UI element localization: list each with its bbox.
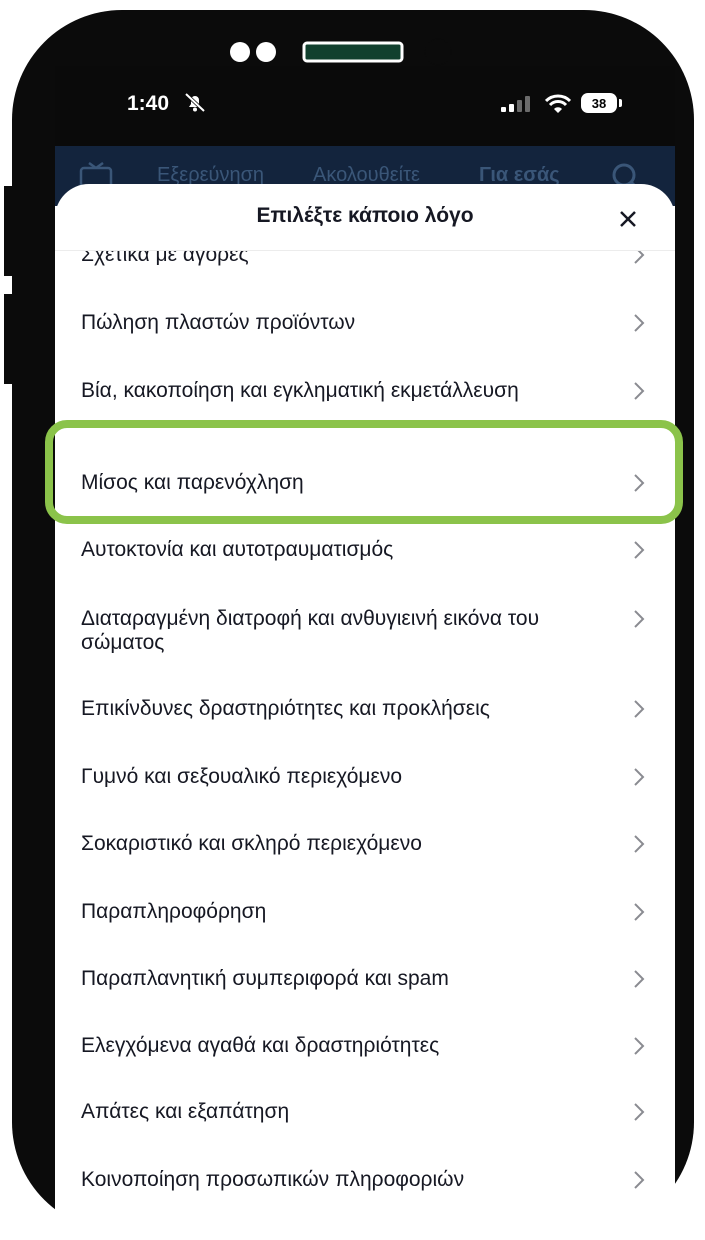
reason-label: Αυτοκτονία και αυτοτραυματισμός	[81, 538, 394, 561]
reason-label: Παραπλανητική συμπεριφορά και spam	[81, 967, 449, 990]
highlight-box	[45, 420, 683, 524]
battery-indicator: 38	[581, 93, 617, 113]
reason-label: Σχετικά με αγορές	[81, 251, 249, 266]
chevron-right-icon	[634, 903, 645, 921]
reason-label: Διαταραγμένη διατροφή και ανθυγιεινή εικ…	[81, 607, 540, 654]
chevron-right-icon	[634, 1171, 645, 1189]
sheet-title: Επιλέξτε κάποιο λόγο	[256, 204, 474, 227]
reason-label: Κοινοποίηση προσωπικών πληροφοριών	[81, 1168, 465, 1191]
cellular-signal-icon	[501, 96, 530, 112]
notch-graphic	[230, 38, 452, 66]
sheet-header: Επιλέξτε κάποιο λόγο	[55, 184, 675, 251]
chevron-right-icon	[634, 610, 645, 628]
chevron-right-icon	[634, 768, 645, 786]
battery-tip	[619, 99, 622, 107]
reason-label: Βία, κακοποίηση και εγκληματική εκμετάλλ…	[81, 379, 519, 402]
camera-notch	[226, 38, 456, 68]
reason-label: Επικίνδυνες δραστηριότητες και προκλήσει…	[81, 697, 490, 720]
status-time: 1:40	[127, 92, 170, 115]
chevron-right-icon	[634, 382, 645, 400]
chevron-right-icon	[634, 251, 645, 264]
phone-side-button-upper	[4, 186, 16, 276]
chevron-right-icon	[634, 970, 645, 988]
reason-label: Πώληση πλαστών προϊόντων	[81, 311, 356, 334]
wifi-icon	[545, 94, 571, 113]
reason-label: Παραπληροφόρηση	[81, 900, 267, 923]
chevron-right-icon	[634, 1037, 645, 1055]
bell-muted-icon	[184, 92, 206, 113]
phone-screen: 1:40 38 Εξερεύνηση Ακολουθείτε Για εσάς …	[55, 66, 675, 1234]
close-icon[interactable]	[617, 208, 639, 230]
chevron-right-icon	[634, 700, 645, 718]
reason-label: Σοκαριστικό και σκληρό περιεχόμενο	[81, 832, 422, 855]
chevron-right-icon	[634, 314, 645, 332]
reason-list: Σχετικά με αγορές Πώληση πλαστών προϊόντ…	[55, 251, 675, 1234]
chevron-right-icon	[634, 1103, 645, 1121]
reason-label: Ελεγχόμενα αγαθά και δραστηριότητες	[81, 1034, 440, 1057]
report-reason-sheet: Επιλέξτε κάποιο λόγο Σχετικά με αγορές Π…	[55, 184, 675, 1234]
phone-side-button-lower	[4, 294, 16, 384]
chevron-right-icon	[634, 541, 645, 559]
status-bar: 1:40 38	[55, 66, 675, 146]
reason-label: Γυμνό και σεξουαλικό περιεχόμενο	[81, 765, 403, 788]
chevron-right-icon	[634, 835, 645, 853]
reason-label: Απάτες και εξαπάτηση	[81, 1100, 290, 1123]
battery-level: 38	[591, 95, 607, 111]
